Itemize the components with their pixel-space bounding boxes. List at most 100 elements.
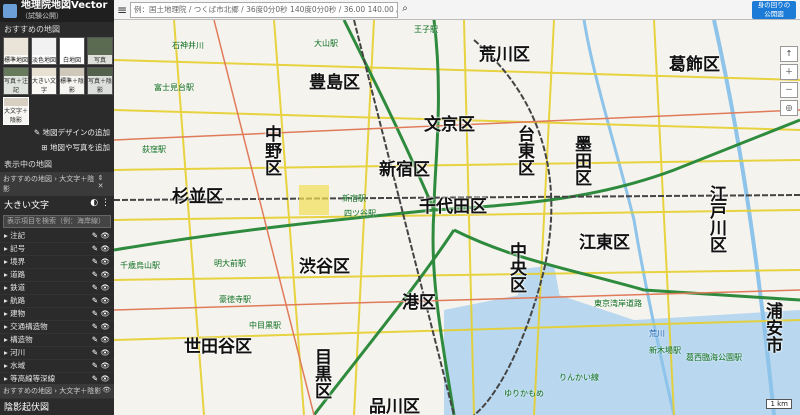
ward-label: 江戸川区 [706,185,726,253]
layer-options-icon[interactable]: ◐ ⋮ [90,198,110,211]
layer-item[interactable]: ▸ 交通構造物 ✎ 👁 [0,321,114,334]
station-label: 荻窪駅 [142,145,166,154]
north-arrow-icon[interactable]: ↑ [780,46,798,62]
eye-icon[interactable]: ✎ 👁 [92,231,110,241]
ward-label: 中野区 [261,125,281,176]
ward-label: 千代田区 [419,197,487,217]
layer-title: 大きい文字 ◐ ⋮ [4,198,110,211]
locate-icon[interactable]: ◎ [780,100,798,116]
app-title: 地理院地図Vector （試験公開） [21,1,107,21]
station-label: 石神井川 [172,41,204,50]
ward-label: 葛飾区 [669,55,720,75]
layers-heading: 表示中の地図 [4,160,52,169]
add-photo-link[interactable]: ⊞ 地図や写真を追加 [0,140,114,155]
layer-item[interactable]: ▸ 河川 ✎ 👁 [0,347,114,360]
station-label: 葛西臨海公園駅 [686,353,742,362]
eye-icon[interactable]: ✎ 👁 [92,348,110,358]
tile-large-text[interactable]: 大きい文字 [31,67,57,95]
recommended-tiles: 標準地図 淡色地図 白地図 写真 写真＋注記 大きい文字 標準＋陰影 写真＋陰影 [0,37,114,95]
ward-label: 港区 [402,293,436,313]
eye-icon[interactable]: ✎ 👁 [92,257,110,267]
map-tools: ↑ ＋ － ◎ [780,46,798,118]
ward-label: 浦安市 [762,302,782,353]
ward-label: 荒川区 [479,45,530,65]
tile-photo-notes[interactable]: 写真＋注記 [3,67,29,95]
recommended-tiles-row2: 大文字＋陰影 [0,97,114,125]
base-layer-title: 陰影起伏図 [4,403,50,413]
layer-item[interactable]: ▸ 記号 ✎ 👁 [0,243,114,256]
station-label: 新木場駅 [649,346,681,355]
brand-badge[interactable]: 身の回りの 公開図 [752,1,796,19]
ward-label: 文京区 [424,115,475,135]
app-logo-icon [3,4,17,18]
eye-icon[interactable]: 👁 [102,386,111,396]
add-design-link[interactable]: ✎ 地図デザインの追加 [0,125,114,140]
layers-panel: 表示中の地図 おすすめの地図 › 大文字＋陰影 ⇕ ✕ 大きい文字 ◐ ⋮ 表示項目… [0,157,114,399]
layer-items: ▸ 注記 ✎ 👁 ▸ 記号 ✎ 👁 ▸ 境界 ✎ 👁 ▸ 道路 ✎ 👁 ▸ 鉄道 ✎ 👁 ▸ 航路 ✎… [0,230,114,399]
eye-icon[interactable]: ✎ 👁 [92,270,110,280]
ward-label: 目黒区 [311,348,331,399]
tile-pale[interactable]: 淡色地図 [31,37,57,65]
menu-icon[interactable]: ≡ [114,3,130,17]
tile-large-shade[interactable]: 大文字＋陰影 [3,97,29,125]
app-title-text: 地理院地図Vector [21,0,108,11]
base-layer: おすすめの地図 › 大文字＋陰影 👁 陰影起伏図 [0,384,114,415]
layer-item[interactable]: ▸ 航路 ✎ 👁 [0,295,114,308]
ward-label: 品川区 [369,397,420,415]
layer-group: おすすめの地図 › 大文字＋陰影 ⇕ ✕ [0,172,114,196]
station-label: 富士見台駅 [154,83,194,92]
ward-label: 江東区 [579,233,630,253]
layer-item[interactable]: ▸ 鉄道 ✎ 👁 [0,282,114,295]
layer-item[interactable]: ▸ 道路 ✎ 👁 [0,269,114,282]
layer-item[interactable]: ▸ 建物 ✎ 👁 [0,308,114,321]
layer-search-input[interactable]: 表示項目を検索（例：海岸線） [3,215,111,228]
ward-label: 新宿区 [379,160,430,180]
eye-icon[interactable]: ✎ 👁 [92,283,110,293]
tile-standard[interactable]: 標準地図 [3,37,29,65]
station-label: 豪徳寺駅 [219,295,251,304]
top-bar: ≡ 例：国土地理院 / つくば市北郷 / 36度0分0秒 140度0分0秒 / … [114,0,800,20]
station-label: 王子駅 [414,25,438,34]
eye-icon[interactable]: ✎ 👁 [92,335,110,345]
app-header: 地理院地図Vector （試験公開） [0,0,114,22]
eye-icon[interactable]: ✎ 👁 [92,374,110,384]
layer-item[interactable]: ▸ 境界 ✎ 👁 [0,256,114,269]
ward-label: 台東区 [514,125,534,176]
ward-label: 墨田区 [571,135,591,186]
base-layer-group: おすすめの地図 › 大文字＋陰影 👁 [0,384,114,398]
station-label: 明大前駅 [214,259,246,268]
ward-label: 中央区 [506,242,526,293]
layer-item[interactable]: ▸ 注記 ✎ 👁 [0,230,114,243]
station-label: 千歳烏山駅 [120,261,160,270]
map[interactable]: 豊島区 荒川区 葛飾区 文京区 台東区 墨田区 中野区 新宿区 杉並区 千代田区… [114,20,800,415]
move-icon[interactable]: ⇕ ✕ [98,174,111,194]
ward-label: 杉並区 [172,187,223,207]
app-subtitle: （試験公開） [21,12,63,20]
river-label: 荒川 [649,329,665,338]
recommended-heading: おすすめの地図 [4,25,60,34]
zoom-out-icon[interactable]: － [780,82,798,98]
station-label: 東京湾岸道路 [594,299,642,308]
eye-icon[interactable]: ✎ 👁 [92,296,110,306]
station-label: 四ツ谷駅 [344,209,376,218]
station-label: 中目黒駅 [249,321,281,330]
search-input[interactable]: 例：国土地理院 / つくば市北郷 / 36度0分0秒 140度0分0秒 / 36… [130,1,398,18]
layer-item[interactable]: ▸ 水域 ✎ 👁 [0,360,114,373]
scale-bar: 1 km [766,399,792,409]
tile-standard-shade[interactable]: 標準＋陰影 [59,67,85,95]
station-label: 大山駅 [314,39,338,48]
eye-icon[interactable]: ✎ 👁 [92,244,110,254]
layer-item[interactable]: ▸ 構造物 ✎ 👁 [0,334,114,347]
tile-photo[interactable]: 写真 [87,37,113,65]
eye-icon[interactable]: ✎ 👁 [92,322,110,332]
tile-blank[interactable]: 白地図 [59,37,85,65]
eye-icon[interactable]: ✎ 👁 [92,309,110,319]
sidebar: 地理院地図Vector （試験公開） おすすめの地図 標準地図 淡色地図 白地図… [0,0,114,415]
zoom-in-icon[interactable]: ＋ [780,64,798,80]
ward-label: 渋谷区 [299,257,350,277]
ward-label: 豊島区 [309,73,360,93]
station-label: 新宿駅 [342,194,366,203]
search-icon[interactable]: ⌕ [398,3,412,17]
eye-icon[interactable]: ✎ 👁 [92,361,110,371]
tile-photo-shade[interactable]: 写真＋陰影 [87,67,113,95]
